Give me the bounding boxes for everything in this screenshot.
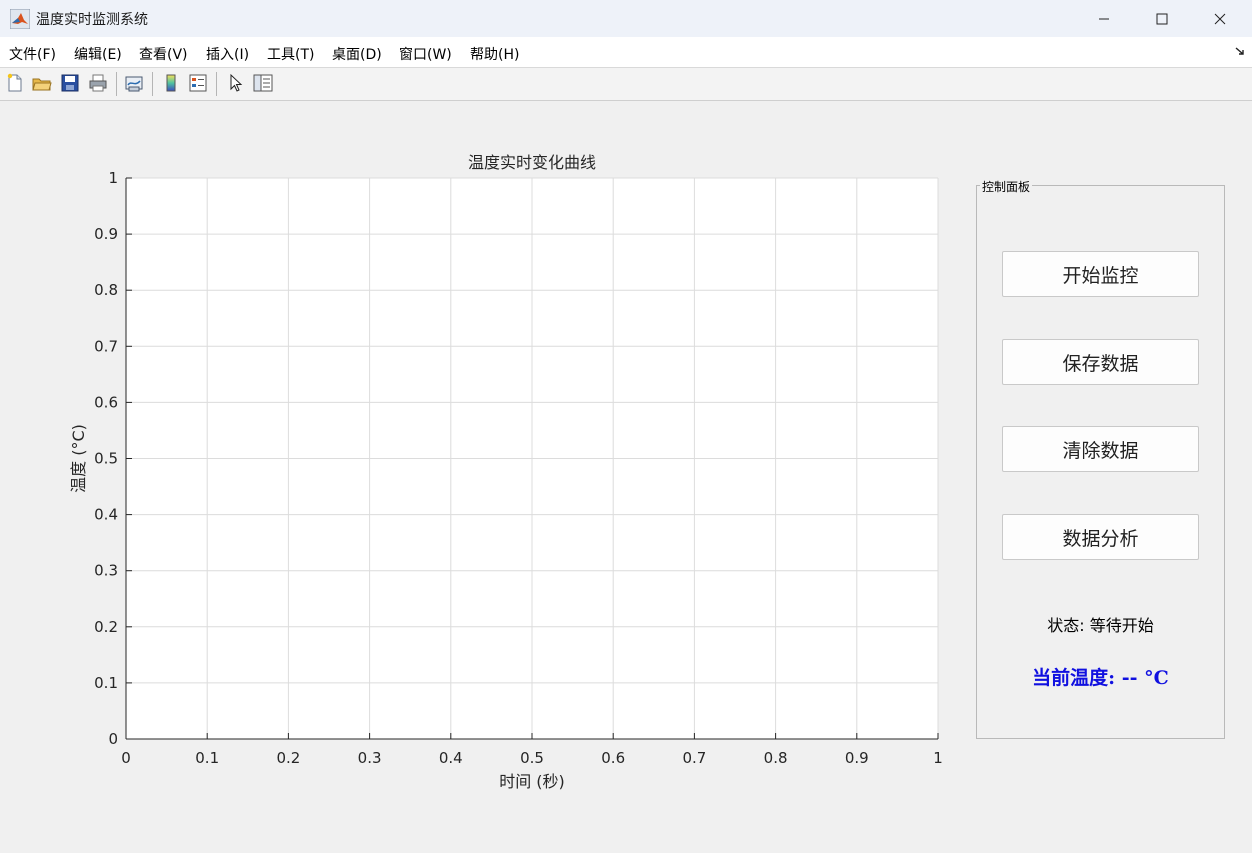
x-tick-label: 0.8 xyxy=(764,749,788,767)
y-tick-label: 0.1 xyxy=(94,674,118,692)
minimize-button[interactable] xyxy=(1081,0,1127,37)
x-axis-label: 时间 (秒) xyxy=(499,772,565,791)
chart-title: 温度实时变化曲线 xyxy=(468,153,596,172)
y-tick-label: 0.6 xyxy=(94,393,118,411)
y-tick-label: 0.7 xyxy=(94,337,118,355)
dock-arrow-icon[interactable] xyxy=(1234,45,1246,57)
start-monitoring-button[interactable]: 开始监控 xyxy=(1002,251,1199,297)
clear-data-button[interactable]: 清除数据 xyxy=(1002,426,1199,472)
temperature-chart[interactable]: 0 0.1 0.2 0.3 0.4 0.5 0.6 0.7 0.8 0.9 1 0 0.1 0.2 0.3 0… xyxy=(0,0,970,853)
y-tick-label: 0.9 xyxy=(94,225,118,243)
close-button[interactable] xyxy=(1197,0,1243,37)
maximize-button[interactable] xyxy=(1139,0,1185,37)
x-tick-label: 0.2 xyxy=(276,749,300,767)
control-panel-title: 控制面板 xyxy=(980,178,1033,195)
x-tick-label: 0.9 xyxy=(845,749,869,767)
close-icon xyxy=(1214,13,1226,24)
save-data-button[interactable]: 保存数据 xyxy=(1002,339,1199,385)
status-label: 状态: 等待开始 xyxy=(1047,616,1154,635)
y-tick-label: 1 xyxy=(108,169,118,187)
minimize-icon xyxy=(1099,18,1109,19)
y-tick-label: 0.8 xyxy=(94,281,118,299)
current-temperature-label: 当前温度: -- °C xyxy=(1032,667,1169,689)
x-tick-label: 0.3 xyxy=(358,749,382,767)
y-tick-label: 0.2 xyxy=(94,618,118,636)
analyze-data-button[interactable]: 数据分析 xyxy=(1002,514,1199,560)
x-tick-label: 0.4 xyxy=(439,749,463,767)
y-tick-label: 0.3 xyxy=(94,562,118,580)
x-tick-label: 0.7 xyxy=(682,749,706,767)
x-tick-label: 1 xyxy=(933,749,943,767)
y-axis-label: 温度 (°C) xyxy=(69,424,88,493)
maximize-icon xyxy=(1156,13,1168,24)
x-tick-label: 0.1 xyxy=(195,749,219,767)
y-tick-label: 0 xyxy=(108,730,118,748)
x-tick-label: 0 xyxy=(121,749,131,767)
y-tick-label: 0.4 xyxy=(94,506,118,524)
x-tick-label: 0.6 xyxy=(601,749,625,767)
x-tick-label: 0.5 xyxy=(520,749,544,767)
y-tick-label: 0.5 xyxy=(94,450,118,468)
